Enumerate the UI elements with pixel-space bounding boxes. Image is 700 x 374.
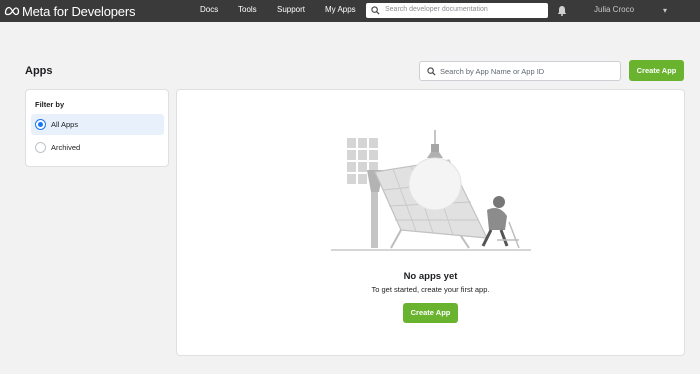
filter-option-archived[interactable]: Archived (31, 137, 164, 158)
filter-option-all-apps[interactable]: All Apps (31, 114, 164, 135)
filter-option-label: Archived (51, 143, 81, 152)
apps-list-panel: No apps yet To get started, create your … (176, 89, 685, 356)
bell-icon[interactable] (557, 5, 567, 16)
page-title: Apps (25, 65, 53, 77)
nav-link-tools[interactable]: Tools (238, 5, 257, 14)
documentation-search-input[interactable]: Search developer documentation (366, 3, 548, 18)
search-icon (371, 6, 380, 15)
meta-logo-icon (4, 6, 20, 16)
user-name[interactable]: Julia Croco (594, 5, 634, 14)
brand-name: Meta for Developers (22, 3, 136, 19)
documentation-search-placeholder: Search developer documentation (385, 6, 488, 13)
empty-state-illustration (331, 130, 531, 251)
app-search-input[interactable]: Search by App Name or App ID (419, 61, 621, 81)
top-nav-bar: Meta for Developers Docs Tools Support M… (0, 0, 700, 22)
meta-developers-logo[interactable]: Meta for Developers (4, 3, 135, 19)
filter-option-label: All Apps (51, 120, 79, 129)
filter-title: Filter by (35, 100, 65, 109)
nav-link-my-apps[interactable]: My Apps (325, 5, 356, 14)
filter-panel: Filter by All Apps Archived (25, 89, 169, 167)
chevron-down-icon[interactable]: ▾ (663, 6, 667, 15)
empty-state-subtitle: To get started, create your first app. (371, 285, 490, 294)
create-app-button[interactable]: Create App (629, 60, 684, 81)
search-icon (427, 67, 436, 76)
nav-link-support[interactable]: Support (277, 5, 305, 14)
create-first-app-button[interactable]: Create App (403, 303, 458, 323)
radio-button[interactable] (35, 142, 46, 153)
radio-button-selected[interactable] (35, 119, 46, 130)
nav-link-docs[interactable]: Docs (200, 5, 218, 14)
app-search-placeholder: Search by App Name or App ID (440, 67, 545, 76)
empty-state-title: No apps yet (403, 271, 458, 282)
